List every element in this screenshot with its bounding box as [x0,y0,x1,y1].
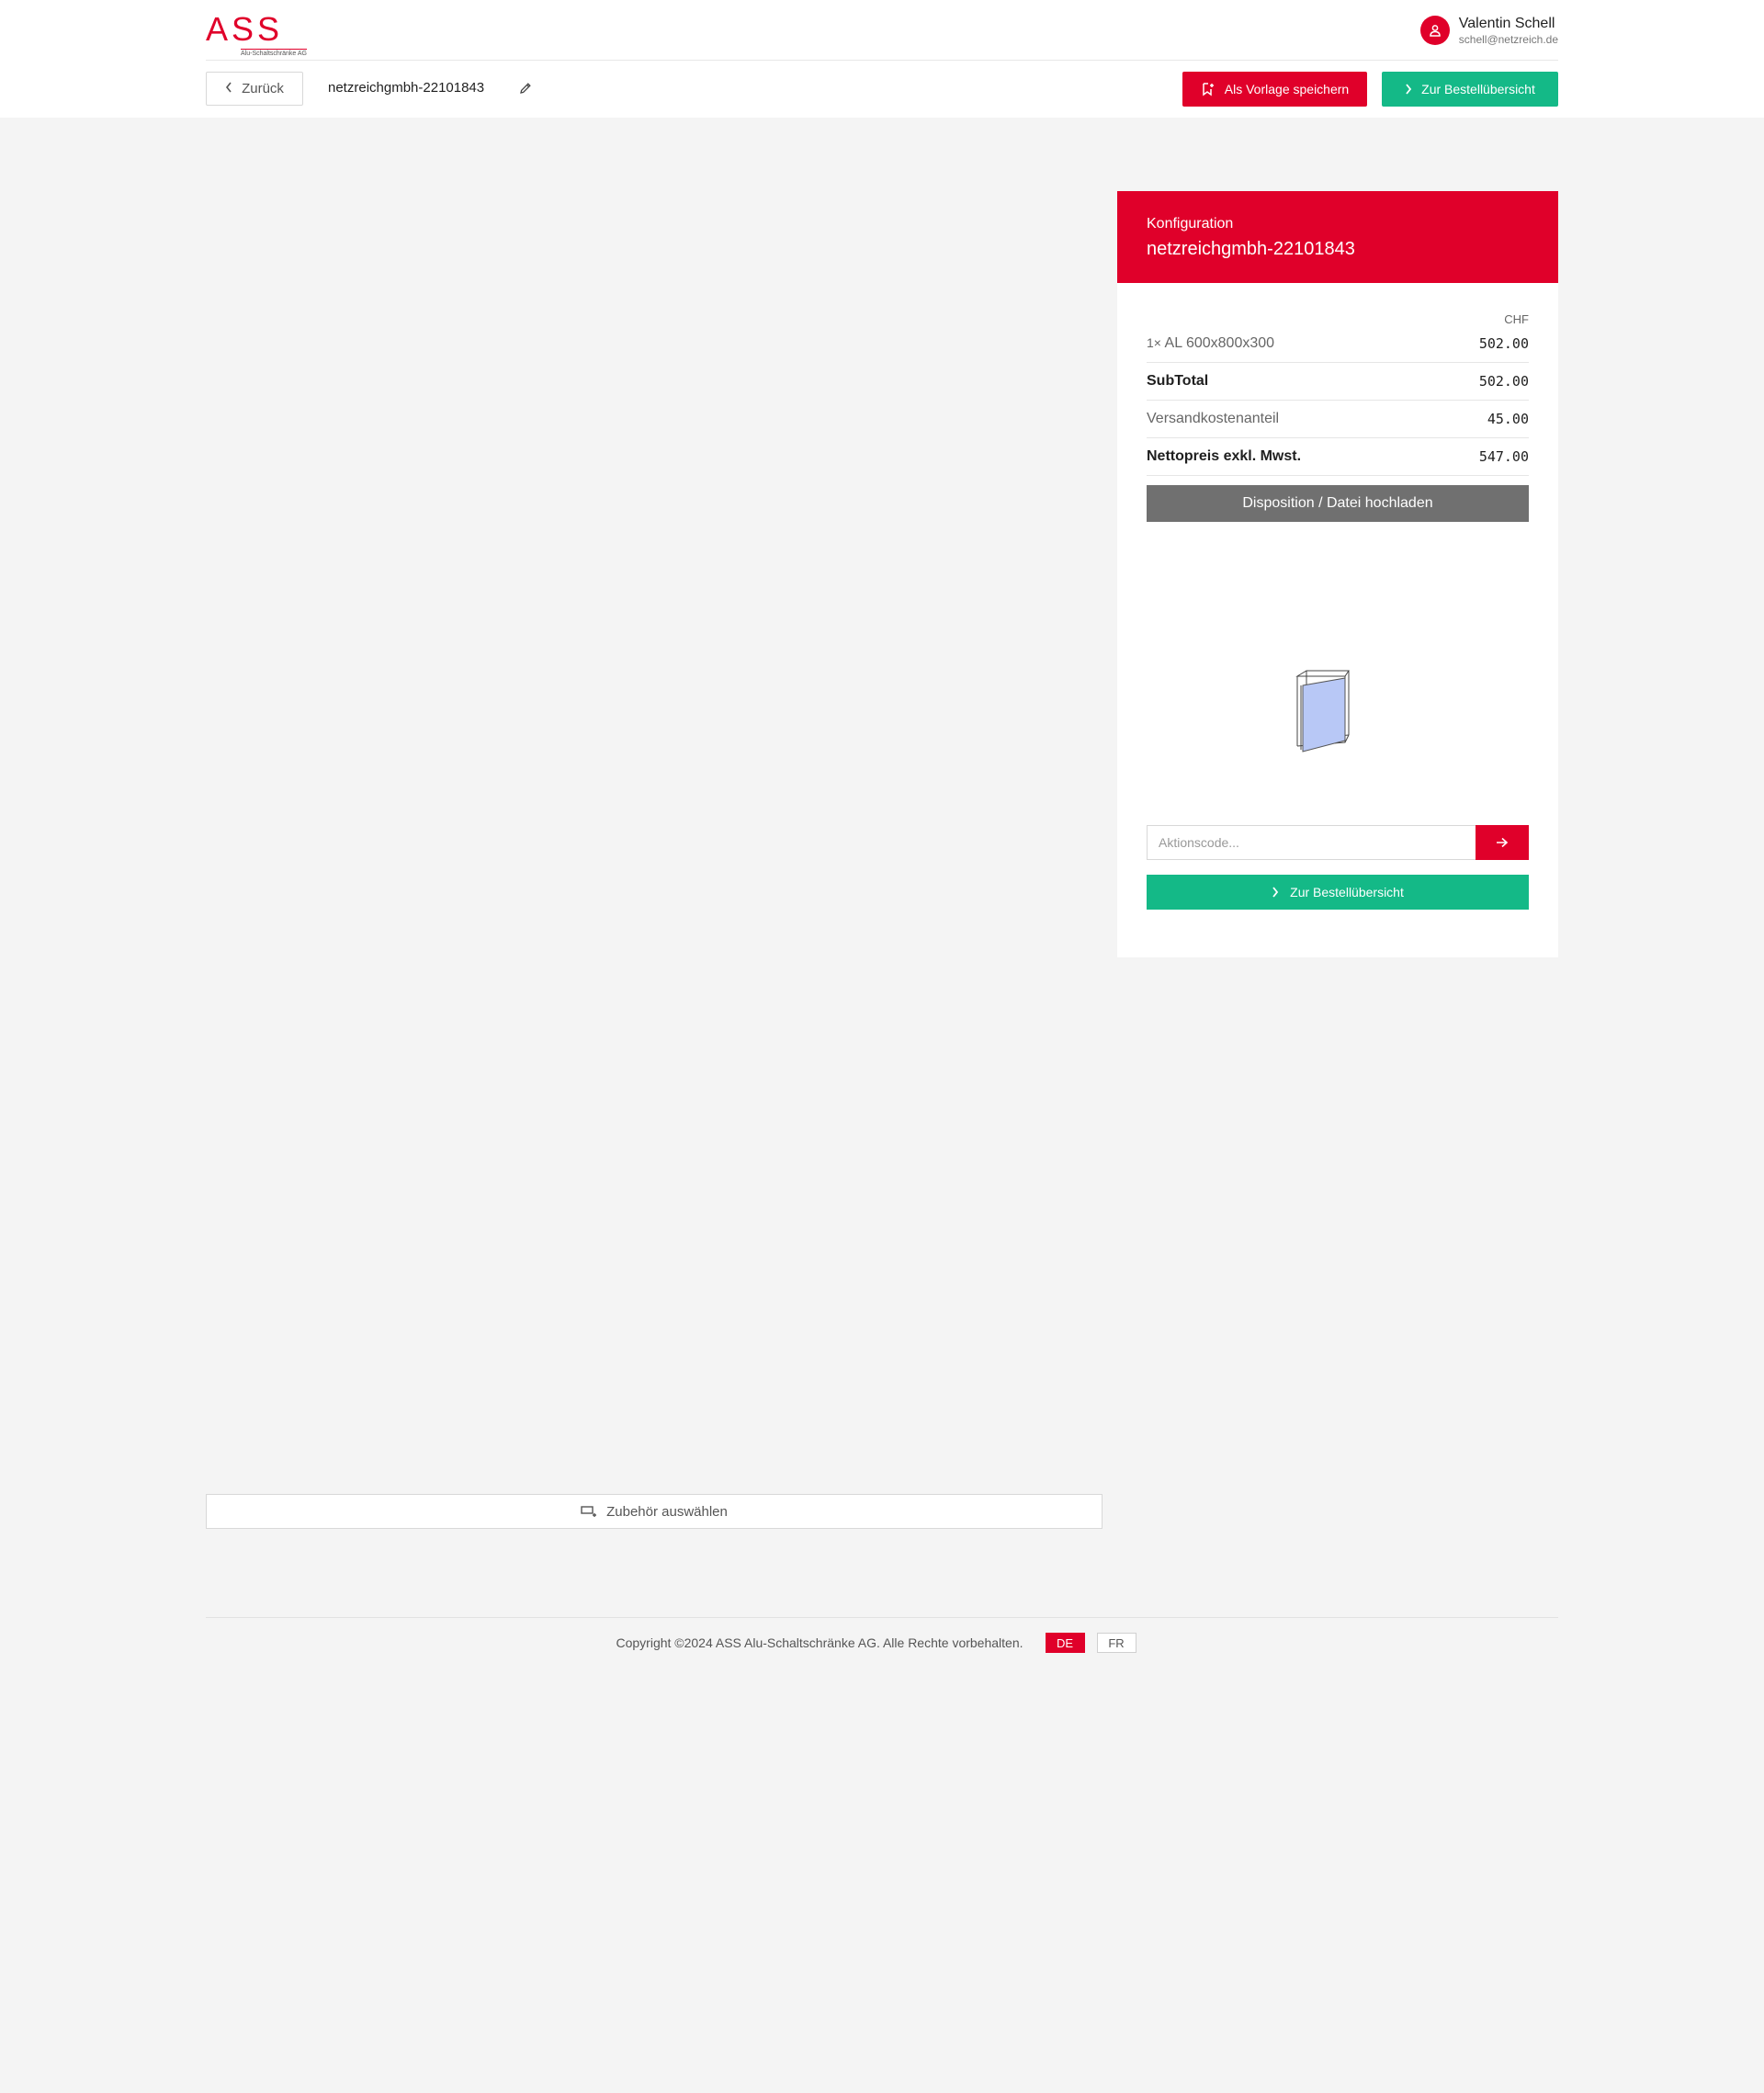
net-price-value: 547.00 [1478,448,1529,465]
summary-kicker: Konfiguration [1147,216,1234,232]
apply-promo-button[interactable] [1476,825,1529,860]
summary-title: netzreichgmbh-22101843 [1147,239,1355,259]
cabinet-3d-icon [1295,670,1350,752]
order-overview-label: Zur Bestellübersicht [1421,82,1535,96]
logo-letters: ASS [206,10,284,48]
price-row-shipping: Versandkostenanteil 45.00 [1147,401,1529,438]
save-as-template-button[interactable]: Als Vorlage speichern [1182,72,1367,107]
chevron-left-icon [225,81,232,97]
user-email: schell@netzreich.de [1458,33,1558,46]
footer: Copyright ©2024 ASS Alu-Schaltschränke A… [206,1632,1558,1654]
subtotal-label: SubTotal [1147,373,1209,389]
configuration-name: netzreichgmbh-22101843 [328,80,485,96]
configurator-canvas[interactable] [206,191,1102,1477]
select-accessories-button[interactable]: Zubehör auswählen [206,1494,1102,1529]
header-divider [206,60,1558,61]
configuration-summary-panel: Konfiguration netzreichgmbh-22101843 CHF… [1117,191,1558,957]
summary-order-overview-label: Zur Bestellübersicht [1290,885,1404,899]
price-row-net: Nettopreis exkl. Mwst. 547.00 [1147,438,1529,476]
language-de-button[interactable]: DE [1045,1633,1085,1653]
summary-header: Konfiguration netzreichgmbh-22101843 [1117,191,1558,283]
chevron-right-icon [1272,887,1279,898]
logo-subtitle: Alu-Schaltschränke AG [241,49,307,57]
shipping-label: Versandkostenanteil [1147,411,1280,426]
footer-divider [206,1617,1558,1618]
promo-code-input[interactable] [1147,825,1476,860]
net-price-label: Nettopreis exkl. Mwst. [1147,448,1302,464]
chevron-right-icon [1406,84,1412,95]
price-row-subtotal: SubTotal 502.00 [1147,363,1529,401]
upload-file-button[interactable]: Disposition / Datei hochladen [1147,485,1529,522]
accessory-add-icon [581,1506,597,1517]
shipping-value: 45.00 [1487,411,1529,427]
bookmark-add-icon [1203,83,1214,96]
user-name: Valentin Schell [1458,16,1555,31]
order-overview-button[interactable]: Zur Bestellübersicht [1382,72,1558,107]
item-price: 502.00 [1478,335,1529,352]
item-label: 1× AL 600x800x300 [1147,335,1275,351]
subtotal-value: 502.00 [1478,373,1529,390]
pencil-icon[interactable] [518,81,533,96]
summary-order-overview-button[interactable]: Zur Bestellübersicht [1147,875,1529,910]
arrow-right-icon [1497,837,1509,848]
price-row-item: 1× AL 600x800x300 502.00 [1147,325,1529,363]
promo-code-group [1147,825,1529,860]
back-button[interactable]: Zurück [206,72,303,106]
select-accessories-label: Zubehör auswählen [606,1503,728,1520]
company-logo[interactable]: ASS Alu-Schaltschränke AG [206,10,307,57]
cabinet-preview[interactable] [1147,522,1529,825]
language-fr-button[interactable]: FR [1096,1633,1136,1653]
user-icon [1419,16,1450,45]
copyright-text: Copyright ©2024 ASS Alu-Schaltschränke A… [616,1635,1023,1650]
user-menu[interactable]: Valentin Schell schell@netzreich.de [1419,13,1558,48]
back-button-label: Zurück [242,81,284,96]
top-bar: ASS Alu-Schaltschränke AG Valentin Schel… [0,0,1764,118]
save-as-template-label: Als Vorlage speichern [1224,82,1350,96]
currency-label: CHF [1504,312,1529,326]
